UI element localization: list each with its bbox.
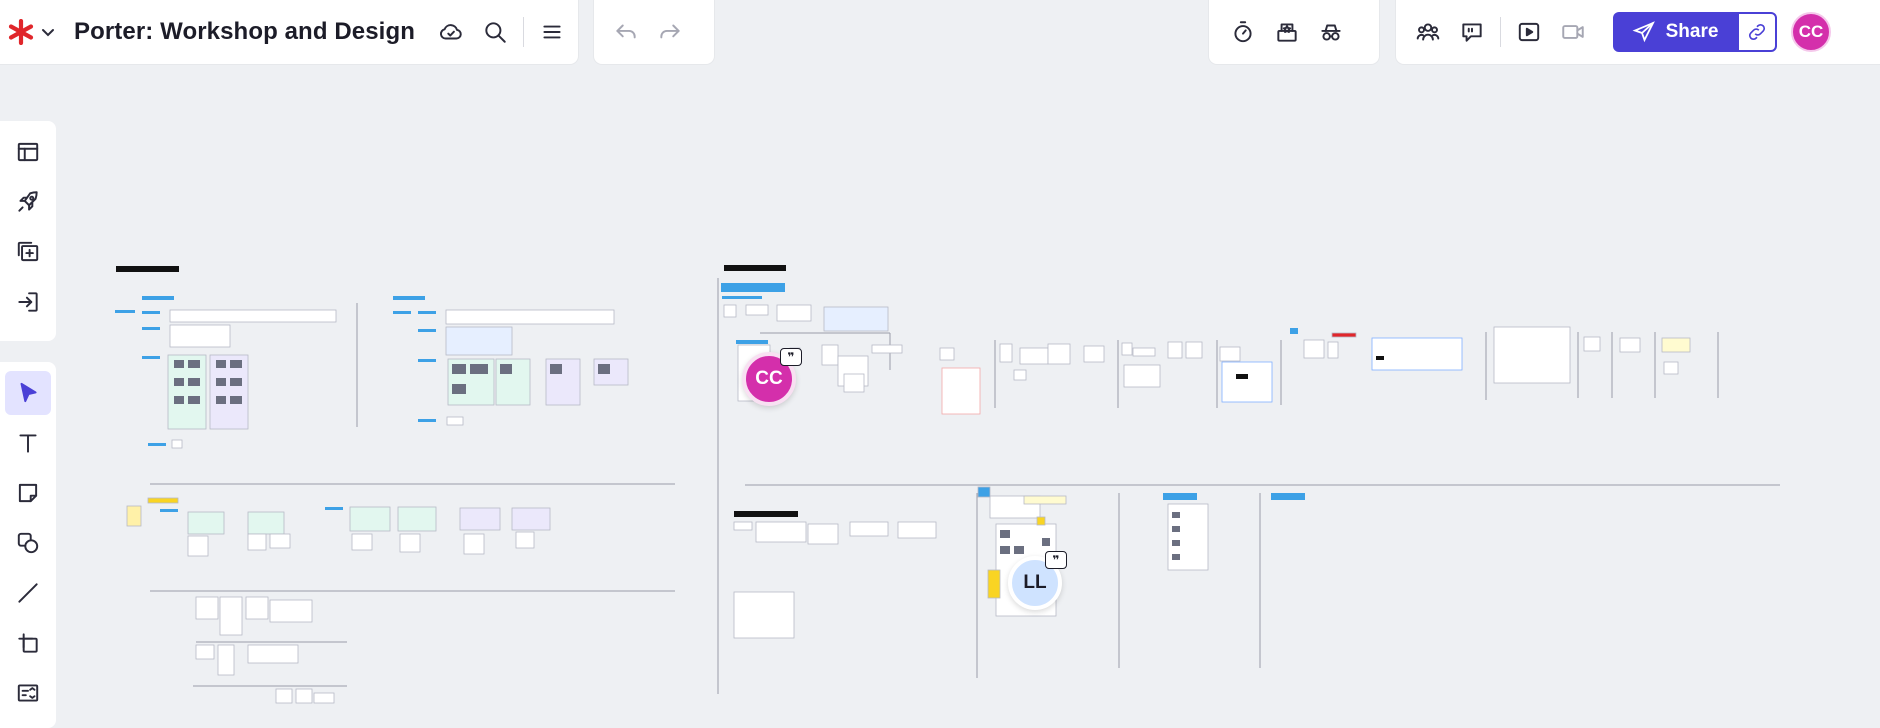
video-call-icon[interactable]	[1551, 10, 1595, 54]
user-avatar[interactable]: CC	[1791, 12, 1831, 52]
frame-icon[interactable]	[5, 621, 51, 665]
timer-icon[interactable]	[1221, 10, 1265, 54]
hamburger-menu-icon[interactable]	[530, 10, 574, 54]
search-icon[interactable]	[473, 10, 517, 54]
templates-icon[interactable]	[5, 130, 51, 174]
private-mode-icon[interactable]	[1309, 10, 1353, 54]
toolbar-separator	[522, 17, 524, 47]
sticky-note-icon[interactable]	[5, 471, 51, 515]
toolbar-separator	[1500, 17, 1501, 47]
board-title[interactable]: Porter: Workshop and Design	[74, 18, 415, 46]
connector-line-icon[interactable]	[5, 571, 51, 615]
board-frames	[126, 304, 1691, 704]
voting-icon[interactable]	[1265, 10, 1309, 54]
board-canvas[interactable]	[0, 0, 1880, 728]
chevron-down-icon[interactable]	[38, 10, 58, 54]
share-button[interactable]: Share	[1613, 12, 1737, 52]
comment-icon[interactable]	[1450, 10, 1494, 54]
copy-link-button[interactable]	[1737, 12, 1777, 52]
redo-icon[interactable]	[648, 10, 692, 54]
cloud-sync-icon[interactable]	[429, 10, 473, 54]
comment-quote-badge[interactable]: ❞	[780, 348, 802, 366]
import-icon[interactable]	[5, 280, 51, 324]
more-tools-icon[interactable]	[5, 671, 51, 715]
select-icon[interactable]	[5, 371, 51, 415]
comment-quote-badge[interactable]: ❞	[1045, 551, 1067, 569]
present-icon[interactable]	[1507, 10, 1551, 54]
rocket-icon[interactable]	[5, 180, 51, 224]
paper-plane-icon	[1632, 21, 1655, 43]
share-button-label: Share	[1665, 21, 1719, 42]
add-frame-icon[interactable]	[5, 230, 51, 274]
link-icon	[1748, 23, 1766, 41]
left-toolbar-main	[0, 362, 56, 728]
history-panel	[594, 0, 714, 64]
undo-icon[interactable]	[604, 10, 648, 54]
board-header-panel: Porter: Workshop and Design	[0, 0, 578, 64]
collaborators-icon[interactable]	[1406, 10, 1450, 54]
left-toolbar-top	[0, 121, 56, 341]
shapes-icon[interactable]	[5, 521, 51, 565]
collaboration-panel: Share CC	[1396, 0, 1880, 64]
text-icon[interactable]	[5, 421, 51, 465]
facilitation-tools-panel	[1209, 0, 1379, 64]
miro-asterisk-logo[interactable]	[4, 10, 38, 54]
